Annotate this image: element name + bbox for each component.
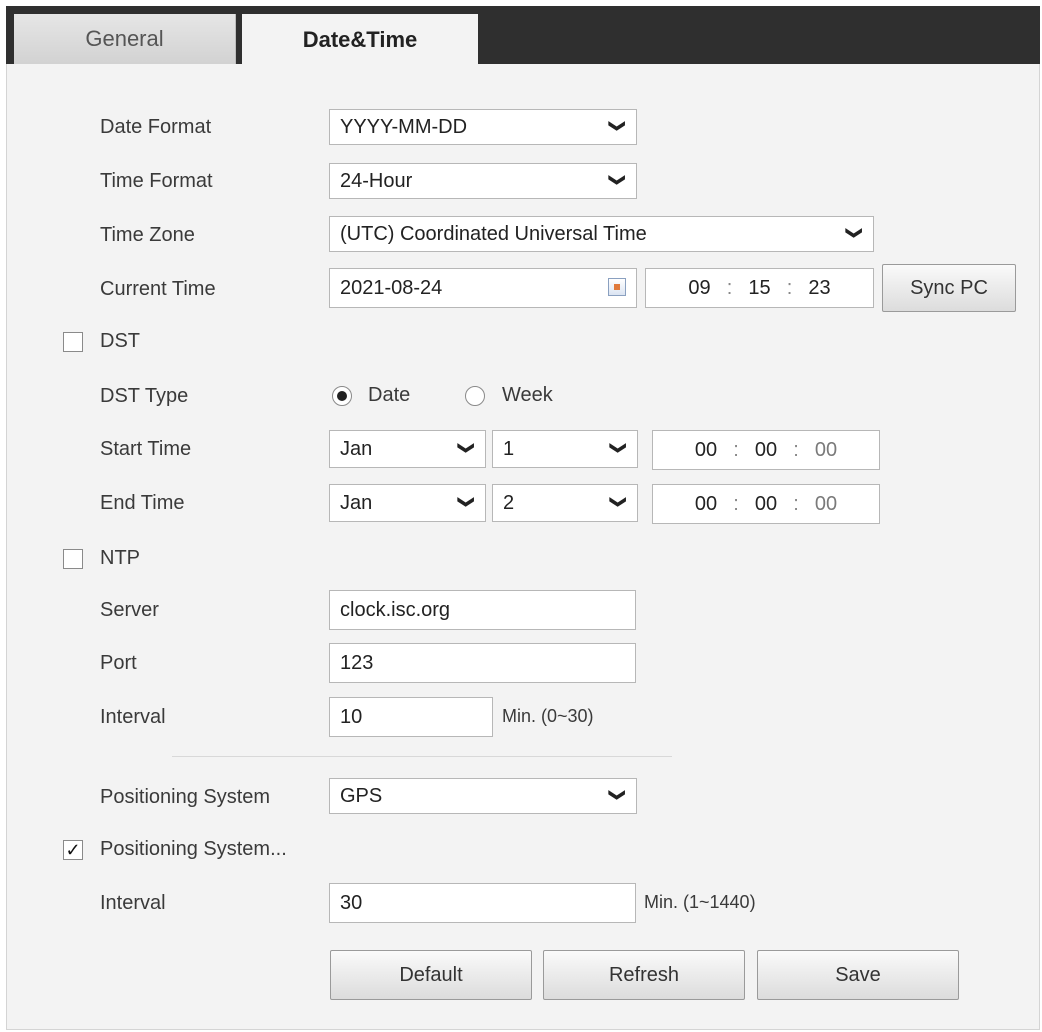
chevron-down-icon: ❯ bbox=[457, 441, 475, 455]
current-time-input[interactable]: 09 : 15 : 23 bbox=[645, 268, 874, 308]
start-time-input[interactable]: 00 : 00 : 00 bbox=[652, 430, 880, 470]
chevron-down-icon: ❯ bbox=[609, 441, 627, 455]
end-day-select[interactable]: 2 ❯ bbox=[492, 484, 638, 522]
start-minute[interactable]: 00 bbox=[751, 439, 781, 462]
dst-type-date-radio[interactable] bbox=[332, 386, 352, 406]
end-month-select[interactable]: Jan ❯ bbox=[329, 484, 486, 522]
positioning-system-label: Positioning System bbox=[100, 786, 271, 808]
chevron-down-icon: ❯ bbox=[845, 226, 863, 240]
tab-general[interactable]: General bbox=[14, 14, 236, 64]
current-date-input[interactable]: 2021-08-24 bbox=[329, 268, 637, 308]
start-second[interactable]: 00 bbox=[811, 439, 841, 462]
current-minute[interactable]: 15 bbox=[745, 277, 775, 300]
current-time-label: Current Time bbox=[100, 278, 216, 300]
sync-pc-button[interactable]: Sync PC bbox=[882, 264, 1016, 312]
chevron-down-icon: ❯ bbox=[609, 495, 627, 509]
time-separator: : bbox=[786, 276, 793, 299]
time-format-select[interactable]: 24-Hour ❯ bbox=[329, 163, 637, 199]
positioning-system-value: GPS bbox=[340, 784, 383, 807]
dst-type-week-label: Week bbox=[502, 384, 553, 406]
time-separator: : bbox=[793, 492, 799, 515]
ntp-label: NTP bbox=[100, 547, 140, 569]
positioning-interval-unit: Min. (1~1440) bbox=[644, 892, 756, 912]
date-format-value: YYYY-MM-DD bbox=[340, 115, 468, 138]
positioning-interval-label: Interval bbox=[100, 892, 166, 914]
start-month-value: Jan bbox=[340, 437, 373, 460]
dst-type-date-label: Date bbox=[368, 384, 411, 406]
port-value: 123 bbox=[340, 651, 374, 674]
current-hour[interactable]: 09 bbox=[685, 277, 715, 300]
time-separator: : bbox=[793, 438, 799, 461]
time-zone-value: (UTC) Coordinated Universal Time bbox=[340, 222, 647, 245]
end-second[interactable]: 00 bbox=[811, 493, 841, 516]
start-day-value: 1 bbox=[503, 437, 515, 460]
server-value: clock.isc.org bbox=[340, 598, 451, 621]
dst-type-label: DST Type bbox=[100, 385, 189, 407]
start-time-label: Start Time bbox=[100, 438, 192, 460]
positioning-sync-checkbox[interactable]: ✓ bbox=[63, 840, 83, 860]
ntp-checkbox[interactable] bbox=[63, 549, 83, 569]
tab-date-time[interactable]: Date&Time bbox=[242, 14, 478, 66]
save-button[interactable]: Save bbox=[757, 950, 959, 1000]
date-format-label: Date Format bbox=[100, 116, 212, 138]
time-zone-select[interactable]: (UTC) Coordinated Universal Time ❯ bbox=[329, 216, 874, 252]
chevron-down-icon: ❯ bbox=[608, 119, 626, 133]
positioning-interval-input[interactable]: 30 bbox=[329, 883, 636, 923]
default-button[interactable]: Default bbox=[330, 950, 532, 1000]
time-format-value: 24-Hour bbox=[340, 169, 413, 192]
ntp-interval-input[interactable]: 10 bbox=[329, 697, 493, 737]
end-time-label: End Time bbox=[100, 492, 185, 514]
time-zone-label: Time Zone bbox=[100, 224, 195, 246]
end-month-value: Jan bbox=[340, 491, 373, 514]
ntp-interval-label: Interval bbox=[100, 706, 166, 728]
time-separator: : bbox=[733, 492, 739, 515]
positioning-interval-value: 30 bbox=[340, 891, 363, 914]
current-second[interactable]: 23 bbox=[805, 277, 835, 300]
date-format-select[interactable]: YYYY-MM-DD ❯ bbox=[329, 109, 637, 145]
chevron-down-icon: ❯ bbox=[608, 173, 626, 187]
refresh-button[interactable]: Refresh bbox=[543, 950, 745, 1000]
port-input[interactable]: 123 bbox=[329, 643, 636, 683]
chevron-down-icon: ❯ bbox=[457, 495, 475, 509]
start-hour[interactable]: 00 bbox=[691, 439, 721, 462]
end-day-value: 2 bbox=[503, 491, 515, 514]
positioning-sync-label: Positioning System... bbox=[100, 838, 287, 860]
start-month-select[interactable]: Jan ❯ bbox=[329, 430, 486, 468]
time-separator: : bbox=[726, 276, 733, 299]
server-input[interactable]: clock.isc.org bbox=[329, 590, 636, 630]
end-time-input[interactable]: 00 : 00 : 00 bbox=[652, 484, 880, 524]
port-label: Port bbox=[100, 652, 137, 674]
positioning-system-select[interactable]: GPS ❯ bbox=[329, 778, 637, 814]
end-hour[interactable]: 00 bbox=[691, 493, 721, 516]
start-day-select[interactable]: 1 ❯ bbox=[492, 430, 638, 468]
dst-label: DST bbox=[100, 330, 140, 352]
ntp-interval-value: 10 bbox=[340, 705, 363, 728]
server-label: Server bbox=[100, 599, 159, 621]
dst-type-week-radio[interactable] bbox=[465, 386, 485, 406]
time-separator: : bbox=[733, 438, 739, 461]
calendar-icon[interactable] bbox=[608, 278, 626, 296]
time-format-label: Time Format bbox=[100, 170, 213, 192]
check-icon: ✓ bbox=[65, 840, 81, 860]
chevron-down-icon: ❯ bbox=[608, 788, 626, 802]
section-divider bbox=[172, 756, 672, 757]
tab-bar: General Date&Time bbox=[6, 6, 1040, 66]
current-date-value: 2021-08-24 bbox=[340, 276, 443, 299]
ntp-interval-unit: Min. (0~30) bbox=[502, 706, 594, 726]
dst-checkbox[interactable] bbox=[63, 332, 83, 352]
end-minute[interactable]: 00 bbox=[751, 493, 781, 516]
